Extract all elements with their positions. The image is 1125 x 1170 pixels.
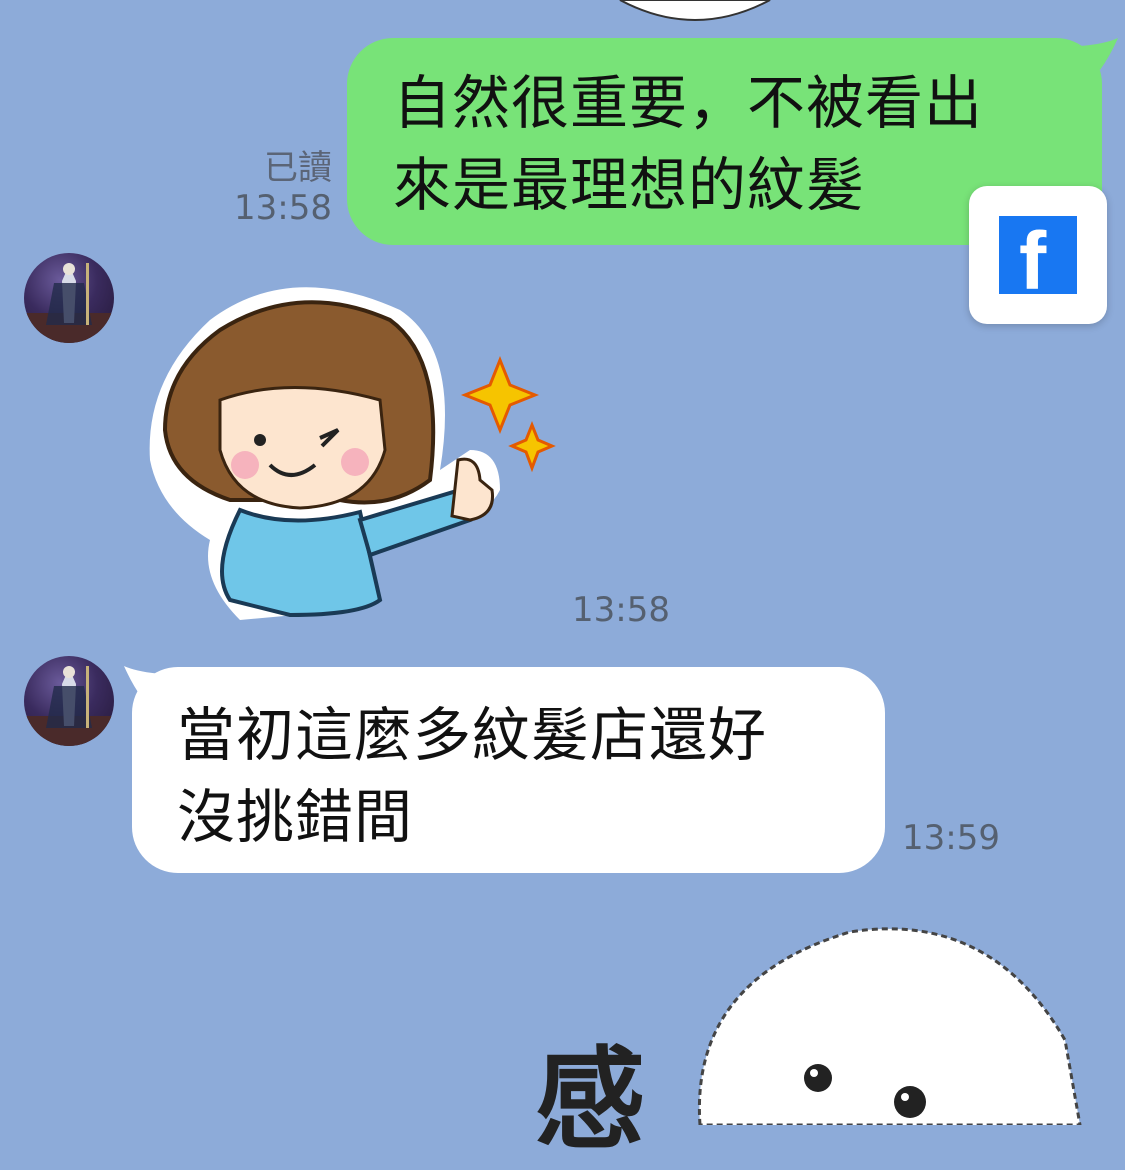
message-timestamp: 13:58 (234, 188, 332, 228)
girl-thumbs-up-sticker (149, 287, 556, 620)
sticker-caption: 感 (535, 1035, 645, 1164)
message-timestamp: 13:59 (902, 818, 1000, 858)
message-timestamp: 13:58 (572, 590, 670, 630)
dog-sticker-partial (619, 0, 771, 21)
read-receipt: 已讀 (264, 148, 332, 188)
avatar[interactable] (24, 656, 114, 746)
avatar-figure-icon (24, 666, 114, 746)
avatar-figure-icon (24, 263, 114, 343)
facebook-icon: f (999, 216, 1077, 294)
avatar[interactable] (24, 253, 114, 343)
incoming-message-text: 當初這麼多紋髮店還好 沒挑錯間 (177, 701, 768, 851)
